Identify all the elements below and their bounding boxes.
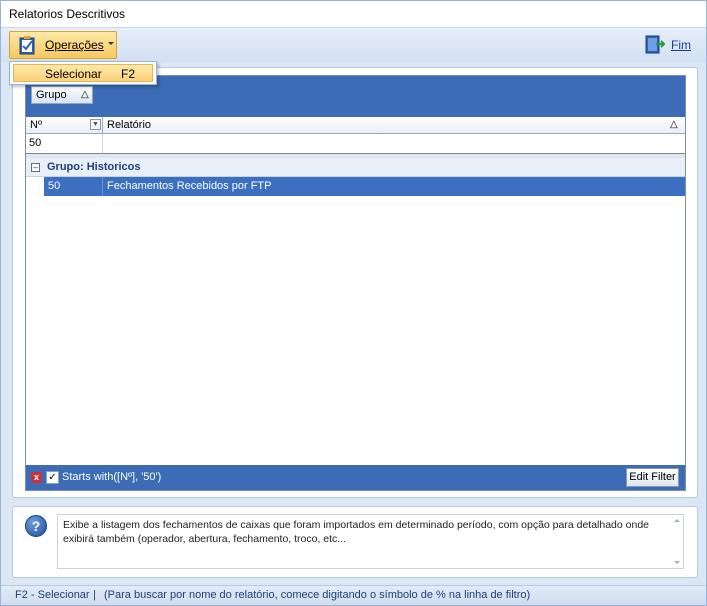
status-separator: |: [93, 589, 96, 601]
exit-button[interactable]: Fim: [642, 32, 698, 58]
description-box[interactable]: Exibe a listagem dos fechamentos de caix…: [57, 514, 684, 569]
group-chip-label: Grupo: [36, 89, 67, 101]
column-headers: Nº ▼ Relatório △: [26, 117, 685, 134]
clipboard-check-icon: [19, 36, 35, 55]
exit-label: Fim: [671, 38, 691, 52]
exit-door-icon: [645, 35, 666, 54]
status-shortcut: F2 - Selecionar: [15, 589, 90, 601]
chevron-down-icon: [108, 42, 114, 45]
collapse-icon[interactable]: –: [31, 163, 40, 172]
reports-grid: Grupo △ Nº ▼ Relatório △ 50 – Grupo: His…: [25, 75, 686, 491]
clear-filter-icon[interactable]: x: [31, 472, 42, 483]
filter-cell-relatorio[interactable]: [104, 134, 685, 153]
edit-filter-button[interactable]: Edit Filter: [626, 468, 679, 487]
status-hint: (Para buscar por nome do relatório, come…: [104, 589, 531, 601]
description-text: Exibe a listagem dos fechamentos de caix…: [63, 519, 650, 545]
filter-dropdown-icon[interactable]: ▼: [90, 119, 101, 130]
window-title: Relatorios Descritivos: [9, 7, 126, 21]
sort-ascending-icon: △: [81, 89, 89, 100]
group-by-chip[interactable]: Grupo △: [31, 86, 93, 104]
toolbar: Operações Fim: [1, 28, 706, 62]
row-cell-no: 50: [44, 177, 103, 196]
operations-menu: Selecionar F2: [9, 61, 157, 85]
group-row-label: Grupo: Historicos: [47, 161, 141, 173]
status-bar: F2 - Selecionar | (Para buscar por nome …: [1, 585, 706, 605]
filter-expression: Starts with([Nº], '50'): [62, 471, 162, 483]
sort-ascending-icon: △: [670, 119, 678, 130]
app-window: Relatorios Descritivos Operações Fim Gru…: [0, 0, 707, 606]
filter-enabled-checkbox[interactable]: ✓: [46, 471, 59, 484]
title-bar: Relatorios Descritivos: [1, 1, 706, 28]
menu-item-selecionar[interactable]: Selecionar F2: [13, 64, 153, 82]
scroll-up-icon[interactable]: [674, 519, 680, 522]
filter-row: 50: [26, 134, 685, 154]
filter-bar: x ✓ Starts with([Nº], '50') Edit Filter: [26, 465, 685, 490]
filter-cell-no[interactable]: 50: [26, 134, 103, 153]
column-header-no[interactable]: Nº ▼: [26, 117, 103, 134]
operations-button[interactable]: Operações: [9, 31, 117, 59]
table-row[interactable]: 50 Fechamentos Recebidos por FTP: [44, 177, 685, 196]
scroll-down-icon[interactable]: [674, 561, 680, 564]
group-row[interactable]: – Grupo: Historicos: [26, 158, 685, 177]
help-icon: ?: [25, 515, 47, 537]
column-header-relatorio[interactable]: Relatório △: [104, 117, 685, 134]
operations-label: Operações: [45, 38, 104, 52]
